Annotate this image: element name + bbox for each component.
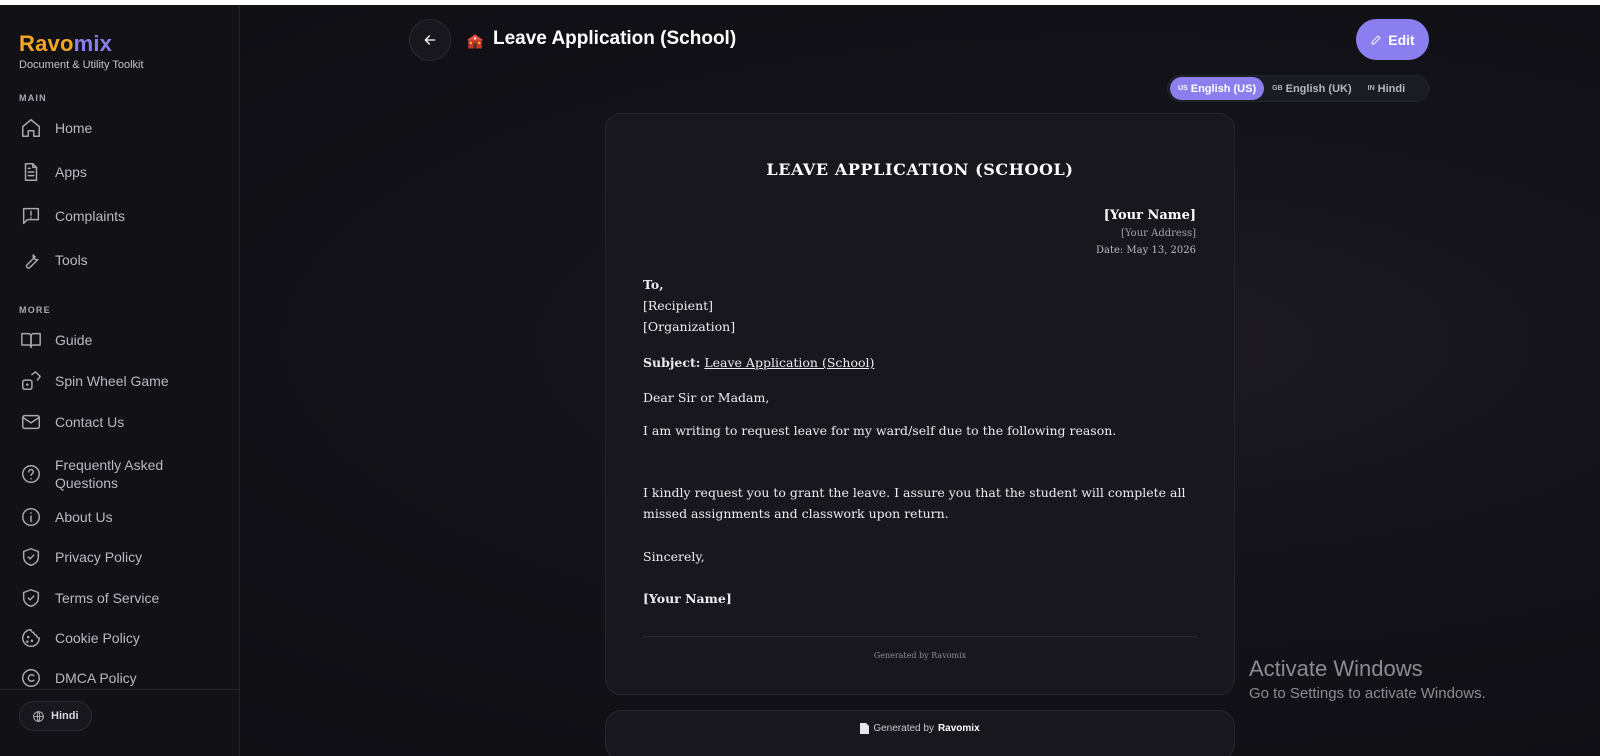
sidebar-item-label: Apps: [55, 164, 87, 180]
subject-text: Leave Application (School): [704, 355, 875, 370]
language-option-english-uk[interactable]: GB English (UK): [1264, 77, 1360, 100]
mail-icon: [19, 410, 43, 434]
sidebar-item-label: Tools: [55, 252, 88, 268]
flag-gb-icon: GB: [1272, 85, 1283, 92]
back-button[interactable]: [409, 19, 451, 61]
document-title: LEAVE APPLICATION (SCHOOL): [766, 160, 1074, 179]
book-icon: [19, 328, 43, 352]
sidebar-item-tools[interactable]: Tools: [19, 243, 224, 277]
sidebar-item-terms-of-service[interactable]: Terms of Service: [19, 581, 224, 615]
sidebar-item-label: Privacy Policy: [55, 549, 143, 565]
wrench-icon: [19, 248, 43, 272]
shield-check-icon: [19, 586, 43, 610]
help-circle-icon: [19, 462, 43, 486]
signature: [Your Name]: [643, 591, 732, 606]
brand-logo-part2: mix: [73, 31, 113, 56]
language-option-label: English (UK): [1285, 82, 1352, 95]
sidebar-item-label: Home: [55, 120, 93, 136]
document-date: Date: May 13, 2026: [1095, 245, 1196, 256]
edit-button[interactable]: Edit: [1356, 19, 1429, 60]
sidebar-item-about-us[interactable]: About Us: [19, 500, 224, 534]
language-option-label: English (US): [1190, 82, 1257, 95]
sidebar-item-label: Contact Us: [55, 414, 125, 430]
brand-logo-part1: Ravo: [19, 31, 74, 56]
sidebar-item-faq[interactable]: Frequently Asked Questions: [19, 453, 224, 495]
document-divider: [643, 636, 1197, 637]
body-paragraph-1: I am writing to request leave for my war…: [643, 423, 1117, 438]
sidebar-item-cookie-policy[interactable]: Cookie Policy: [19, 621, 224, 655]
sidebar-item-label: About Us: [55, 509, 113, 525]
organization-line: [Organization]: [643, 319, 736, 334]
sidebar-item-label: DMCA Policy: [55, 670, 137, 686]
language-option-english-us[interactable]: US English (US): [1170, 77, 1265, 100]
message-alert-icon: [19, 204, 43, 228]
sidebar-item-home[interactable]: Home: [19, 111, 224, 145]
brand-tagline: Document & Utility Toolkit: [19, 59, 144, 71]
section-label-more: MORE: [19, 305, 51, 315]
sidebar-item-label: Terms of Service: [55, 590, 160, 606]
subject-label: Subject:: [643, 355, 701, 370]
subject-line: Subject: Leave Application (School): [643, 352, 1203, 373]
sidebar-item-guide[interactable]: Guide: [19, 323, 224, 357]
sidebar-item-label: Guide: [55, 332, 93, 348]
body-paragraph-2: I kindly request you to grant the leave.…: [643, 485, 1186, 521]
sidebar-item-spin-wheel-game[interactable]: Spin Wheel Game: [19, 364, 224, 398]
sidebar-item-apps[interactable]: Apps: [19, 155, 224, 189]
generated-brand: Ravomix: [937, 723, 980, 734]
school-icon: [466, 34, 484, 49]
sidebar-item-contact-us[interactable]: Contact Us: [19, 405, 224, 439]
activate-windows-title: Activate Windows: [1249, 656, 1423, 681]
sidebar-footer: Hindi: [0, 689, 240, 756]
app-window: Ravomix Document & Utility Toolkit MAIN …: [0, 5, 1600, 756]
to-line: To,: [643, 277, 664, 292]
closing: Sincerely,: [643, 549, 705, 564]
copyright-icon: [19, 666, 43, 690]
page-title: Leave Application (School): [493, 28, 737, 49]
pencil-icon: [1371, 34, 1381, 44]
language-switcher: US English (US) GB English (UK) IN Hindi: [1167, 75, 1429, 102]
sender-address: [Your Address]: [1121, 228, 1196, 239]
document-footer: Generated by Ravomix: [873, 651, 967, 660]
language-toggle-button[interactable]: Hindi: [19, 701, 92, 731]
document-body: To, [Recipient] [Organization] Subject: …: [643, 274, 1203, 609]
shield-check-icon: [19, 545, 43, 569]
file-icon: [860, 723, 870, 734]
language-option-hindi[interactable]: IN Hindi: [1360, 77, 1414, 100]
flag-us-icon: US: [1178, 85, 1188, 92]
generated-prefix: Generated by: [873, 723, 934, 734]
salutation: Dear Sir or Madam,: [643, 390, 770, 405]
sidebar-item-complaints[interactable]: Complaints: [19, 199, 224, 233]
home-icon: [19, 116, 43, 140]
sidebar-item-label: Frequently Asked Questions: [55, 457, 164, 491]
generated-by-bar: Generated by Ravomix: [605, 710, 1235, 756]
language-toggle-label: Hindi: [51, 710, 79, 722]
sidebar-item-label: Spin Wheel Game: [55, 373, 169, 389]
activate-windows-subtitle: Go to Settings to activate Windows.: [1249, 685, 1486, 702]
sidebar-item-privacy-policy[interactable]: Privacy Policy: [19, 540, 224, 574]
flag-in-icon: IN: [1367, 85, 1375, 92]
generated-by-text: Generated by Ravomix: [606, 723, 1234, 734]
edit-button-label: Edit: [1388, 31, 1415, 48]
sidebar: Ravomix Document & Utility Toolkit MAIN …: [0, 5, 240, 756]
brand-logo[interactable]: Ravomix: [19, 31, 112, 57]
sidebar-item-label: Complaints: [55, 208, 126, 224]
info-icon: [19, 505, 43, 529]
sender-block: [Your Name] [Your Address] Date: May 13,…: [1096, 207, 1196, 259]
recipient-line: [Recipient]: [643, 298, 714, 313]
cookie-icon: [19, 626, 43, 650]
sender-name: [Your Name]: [1103, 208, 1196, 223]
sidebar-item-label: Cookie Policy: [55, 630, 140, 646]
language-option-label: Hindi: [1377, 82, 1406, 95]
document-preview: LEAVE APPLICATION (SCHOOL) [Your Name] […: [605, 113, 1235, 695]
document-icon: [19, 160, 43, 184]
arrow-left-icon: [424, 35, 436, 45]
section-label-main: MAIN: [19, 93, 47, 103]
globe-icon: [33, 710, 44, 722]
dice-icon: [19, 369, 43, 393]
